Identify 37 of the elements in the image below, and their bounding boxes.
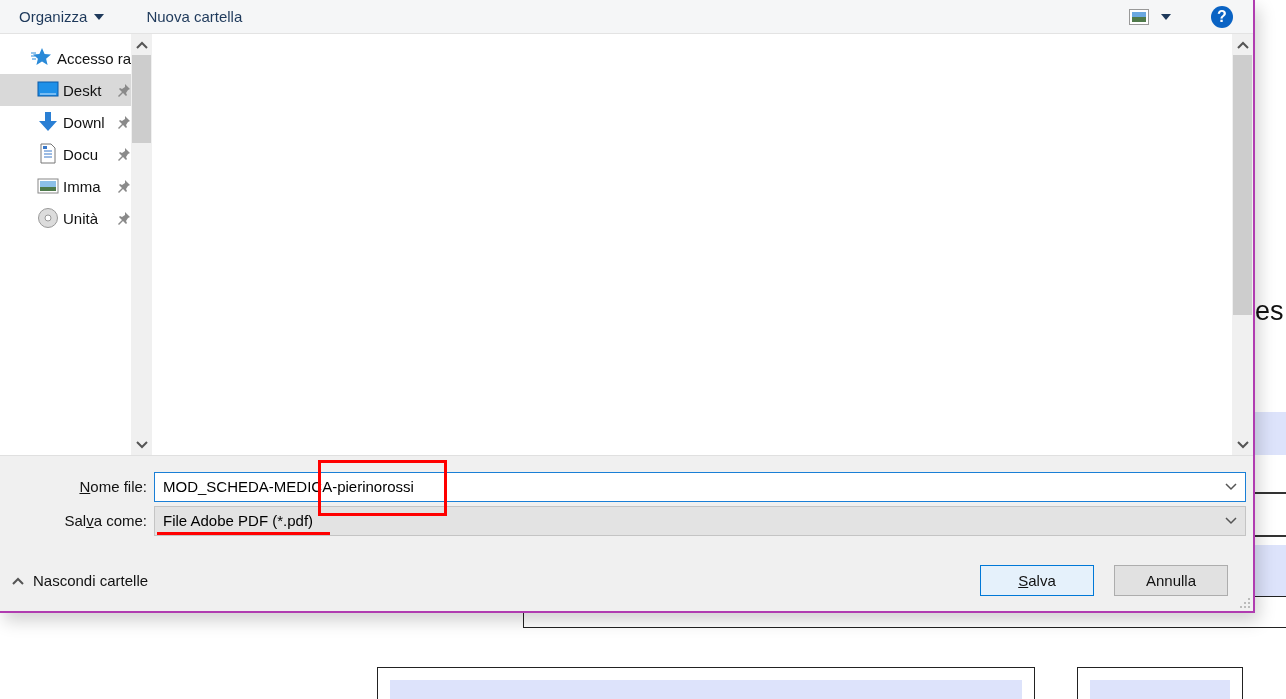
picture-icon: [37, 175, 59, 197]
sidebar-item[interactable]: Downl: [0, 106, 131, 138]
save-button[interactable]: Salva: [980, 565, 1094, 596]
chevron-up-icon: [12, 576, 24, 585]
scrollbar[interactable]: [131, 34, 152, 455]
chevron-down-icon: [1225, 482, 1237, 491]
scrollbar[interactable]: [1232, 34, 1253, 455]
cancel-button[interactable]: Annulla: [1114, 565, 1228, 596]
chevron-down-icon: [1236, 440, 1249, 449]
view-menu[interactable]: [1129, 8, 1171, 25]
document-field: [1254, 412, 1286, 455]
document-icon: [37, 143, 59, 165]
chevron-up-icon: [135, 40, 148, 49]
sidebar-item[interactable]: Unità: [0, 202, 131, 234]
down-arrow-icon: [37, 111, 59, 133]
field-label: Salva come:: [63, 512, 148, 529]
sidebar-item[interactable]: Accesso ra: [0, 42, 131, 74]
chevron-down-icon: [135, 440, 148, 449]
resize-grip-icon: [1240, 598, 1250, 608]
sidebar-item[interactable]: Imma: [0, 170, 131, 202]
document-text: es: [1255, 296, 1284, 327]
chevron-up-icon: [1236, 40, 1249, 49]
caret-icon: [94, 13, 105, 20]
sidebar-item[interactable]: Deskt: [0, 74, 131, 106]
help-button[interactable]: ?: [1211, 5, 1233, 28]
organize-menu[interactable]: Organizza: [19, 8, 105, 25]
file-type-dropdown[interactable]: File Adobe PDF (*.pdf): [154, 505, 1246, 536]
hide-folders-button[interactable]: Nascondi cartelle: [12, 572, 149, 589]
new-folder-button[interactable]: Nuova cartella: [146, 8, 243, 25]
field-label: Nome file:: [78, 478, 148, 495]
picture-icon: [1129, 8, 1149, 25]
scroll-thumb[interactable]: [132, 55, 151, 143]
scroll-thumb[interactable]: [1233, 55, 1252, 315]
caret-icon: [1161, 13, 1171, 20]
chevron-down-icon: [1225, 516, 1237, 525]
sidebar-item[interactable]: Docu: [0, 138, 131, 170]
disc-icon: [37, 207, 59, 229]
